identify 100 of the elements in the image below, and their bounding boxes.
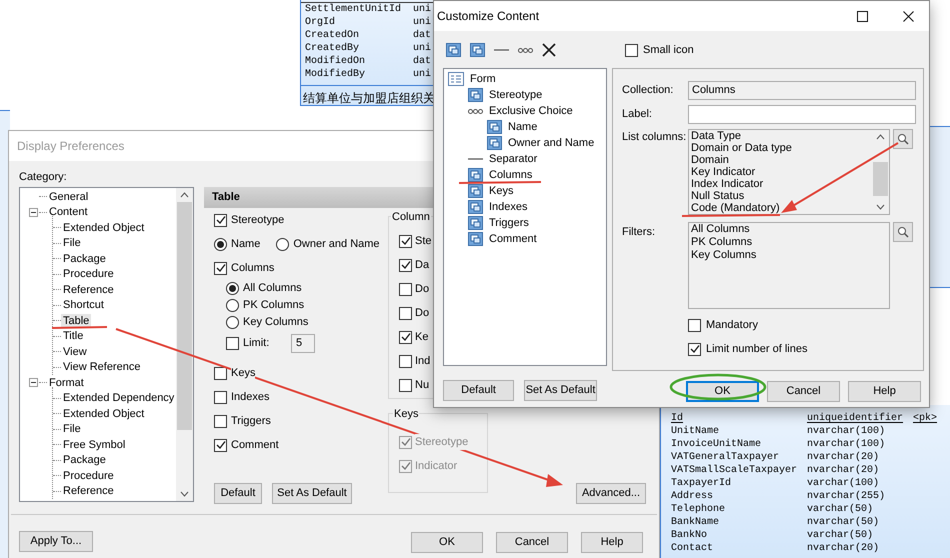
checkbox[interactable] <box>399 354 412 368</box>
dialog-button[interactable]: Set As Default <box>272 483 352 504</box>
list-item[interactable]: Domain or Data type <box>691 142 872 154</box>
checkbox[interactable] <box>214 438 227 452</box>
tree-item[interactable]: Columns <box>489 166 532 184</box>
limit-field[interactable]: 5 <box>291 334 315 352</box>
tree-item[interactable]: Extended Object <box>61 220 146 235</box>
radio-button[interactable] <box>226 282 239 295</box>
checkbox[interactable] <box>625 44 638 56</box>
checkbox[interactable] <box>399 282 412 296</box>
list-item[interactable]: Null Status <box>691 190 872 202</box>
checkbox[interactable] <box>399 306 412 320</box>
column-type: nvarchar(50) <box>807 517 880 529</box>
radio-button[interactable] <box>226 316 239 329</box>
checkbox[interactable] <box>399 258 412 272</box>
list-item[interactable]: PK Columns <box>691 236 889 249</box>
option-label: Limit: <box>243 336 270 351</box>
tree-item[interactable]: Content <box>47 205 90 220</box>
dialog-button[interactable]: Help <box>581 532 643 553</box>
delete-icon[interactable] <box>542 43 556 57</box>
maximize-icon[interactable] <box>857 10 868 22</box>
tree-item[interactable]: Format <box>47 376 86 390</box>
list-item[interactable]: All Columns <box>691 223 889 236</box>
radio-button[interactable] <box>214 238 227 250</box>
checkbox[interactable] <box>214 366 227 380</box>
tree-item[interactable]: Comment <box>489 230 537 248</box>
list-item[interactable]: Domain <box>691 154 872 166</box>
collapse-icon[interactable] <box>29 378 38 388</box>
scrollbar[interactable] <box>176 188 193 501</box>
column-type: uni <box>413 16 432 30</box>
tree-item[interactable]: Shortcut <box>61 298 106 312</box>
dialog-button[interactable]: Help <box>848 380 921 402</box>
checkbox[interactable] <box>688 318 701 332</box>
checkbox[interactable] <box>399 234 412 248</box>
checkbox[interactable] <box>214 214 227 226</box>
tree-item[interactable]: Owner and Name <box>508 134 594 152</box>
list-box[interactable]: Data Type Domain or Data type Domain Key Indicator Index Indicator Null Status Code (Mandatory) <box>688 129 890 215</box>
option-label: All Columns <box>243 281 302 296</box>
dialog-button[interactable]: Advanced... <box>576 483 646 504</box>
checkbox[interactable] <box>214 262 227 274</box>
tree-item[interactable]: Package <box>61 453 108 468</box>
tree-item[interactable]: Name <box>508 118 538 136</box>
checkbox[interactable] <box>399 330 412 344</box>
dialog-button[interactable]: Apply To... <box>19 530 93 552</box>
tree-item[interactable]: Free Symbol <box>61 438 128 452</box>
separator-icon[interactable] <box>494 49 509 51</box>
content-tree[interactable]: Form Stereotype Exclusive Choice Name Owner and Name Separator Columns Keys Indexes Triggers Comment <box>443 68 607 366</box>
tree-item[interactable]: Triggers <box>489 214 529 232</box>
attribute-icon <box>487 136 502 150</box>
column-name: ModifiedOn <box>305 54 366 68</box>
list-item[interactable]: Code (Mandatory) <box>691 202 872 214</box>
attribute-icon <box>468 232 483 246</box>
checkbox[interactable] <box>214 414 227 428</box>
tree-item[interactable]: View <box>61 344 89 359</box>
tree-item[interactable]: Extended Object <box>61 406 146 421</box>
dialog-button[interactable]: Cancel <box>496 532 568 553</box>
dialog-button[interactable]: OK <box>411 532 483 553</box>
tree-item[interactable]: File <box>61 422 83 436</box>
radio-button[interactable] <box>226 299 239 312</box>
tree-item[interactable]: File <box>61 236 83 250</box>
option-label: Key Columns <box>243 315 308 330</box>
list-item[interactable]: Key Columns <box>691 249 889 262</box>
tree-item[interactable]: Title <box>61 329 86 344</box>
checkbox[interactable] <box>399 378 412 392</box>
tree-item[interactable]: Table <box>61 314 92 328</box>
dialog-button[interactable]: Default <box>214 483 262 504</box>
option-label: PK Columns <box>243 298 304 314</box>
list-item[interactable]: Key Indicator <box>691 166 872 178</box>
choice-icon[interactable] <box>518 48 533 52</box>
radio-button[interactable] <box>276 238 290 250</box>
checkbox[interactable] <box>688 342 701 356</box>
tree-item[interactable]: Separator <box>489 150 538 168</box>
tree-item[interactable]: View Reference <box>61 360 142 374</box>
category-tree[interactable]: General Content Extended Object File Package Procedure Reference Shortcut Table Title View View Reference Format Extended Dependency Extended Object File Free Symbol Package Procedure Reference <box>19 187 194 502</box>
tree-item[interactable]: Package <box>61 252 108 266</box>
field-label: List columns: <box>622 130 688 145</box>
option-label: Ind <box>415 354 430 369</box>
list-box[interactable]: All Columns PK Columns Key Columns <box>688 222 890 309</box>
search-icon <box>897 133 909 145</box>
tree-item[interactable]: Exclusive Choice <box>489 102 573 120</box>
tree-item[interactable]: Procedure <box>61 267 116 282</box>
label-field[interactable] <box>688 105 916 124</box>
dialog-button[interactable]: Default <box>443 380 514 400</box>
list-item[interactable]: Data Type <box>691 130 872 142</box>
list-item[interactable]: Index Indicator <box>691 178 872 190</box>
dialog-button[interactable]: Cancel <box>767 380 840 402</box>
checkbox[interactable] <box>226 336 239 350</box>
dialog-button[interactable]: Set As Default <box>524 380 598 400</box>
checkbox[interactable] <box>214 390 227 404</box>
tree-item[interactable]: Reference <box>61 484 116 498</box>
tree-item[interactable]: Reference <box>61 282 116 297</box>
tree-item[interactable]: Procedure <box>61 468 116 483</box>
browse-button[interactable] <box>893 129 913 149</box>
tree-item[interactable]: Extended Dependency <box>61 391 176 406</box>
close-icon[interactable] <box>903 10 914 22</box>
tree-item[interactable]: Stereotype <box>489 86 542 104</box>
browse-button[interactable] <box>893 222 913 242</box>
tree-item[interactable]: General <box>47 190 90 204</box>
tree-item[interactable]: Form <box>470 70 496 88</box>
collapse-icon[interactable] <box>29 208 38 217</box>
